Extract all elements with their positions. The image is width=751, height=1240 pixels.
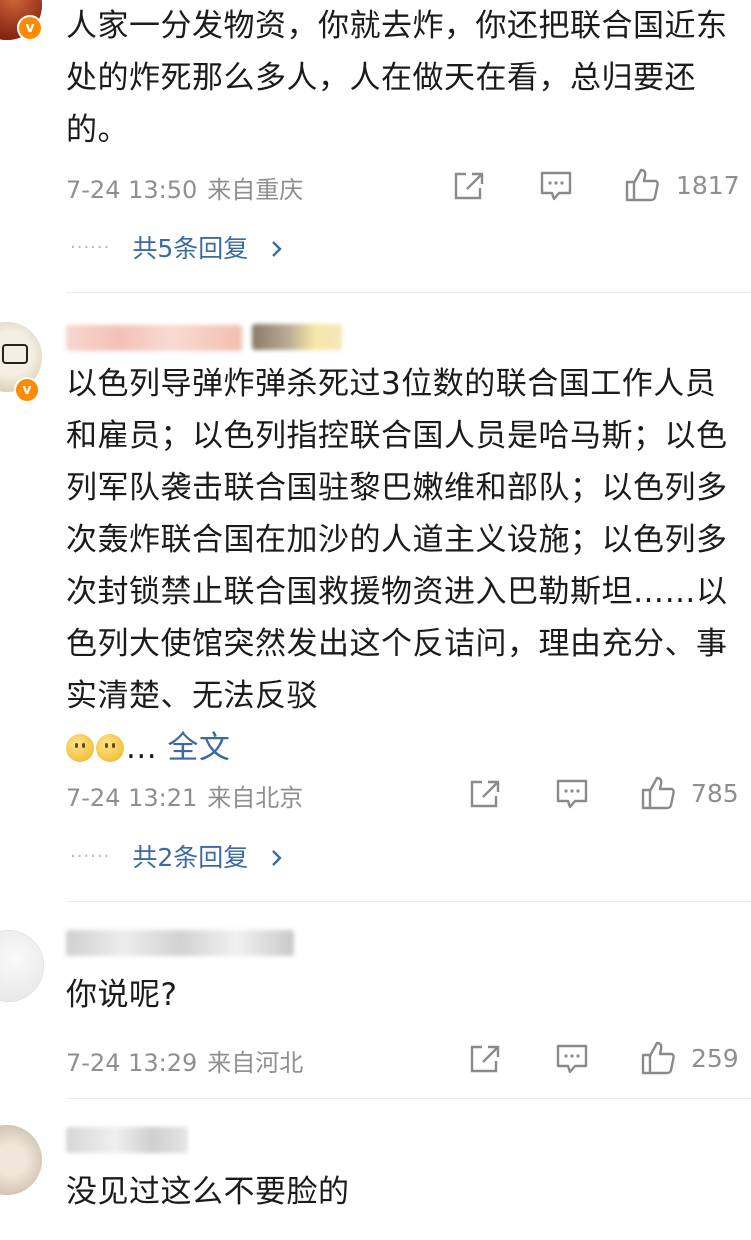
comment-text: 没见过这么不要脸的 <box>66 1174 350 1210</box>
verified-badge-icon: v <box>14 377 40 403</box>
view-replies-link[interactable]: ······ 共2条回复 <box>70 838 284 874</box>
like-count: 259 <box>691 1044 739 1073</box>
smile-emoji-icon <box>66 734 94 762</box>
comment-location: 来自重庆 <box>207 176 304 204</box>
share-icon[interactable] <box>468 1043 502 1075</box>
avatar[interactable]: v <box>0 322 42 403</box>
like-count: 1817 <box>676 171 740 200</box>
avatar[interactable]: v <box>0 0 43 41</box>
share-icon[interactable] <box>468 778 502 810</box>
comment-text: 人家一分发物资，你就去炸，你还把联合国近东处的炸死那么多人，人在做天在看，总归要… <box>66 8 728 148</box>
comment-meta: 7-24 13:50 来自重庆 <box>66 170 303 205</box>
comment-icon[interactable] <box>555 778 589 810</box>
chevron-right-icon <box>272 850 282 866</box>
comment-time: 7-24 13:21 <box>66 784 198 812</box>
like-count: 785 <box>691 779 739 808</box>
replies-count: 共5条回复 <box>132 234 249 263</box>
avatar[interactable] <box>0 930 44 1002</box>
smile-emoji-icon <box>96 734 124 762</box>
verified-badge-icon: v <box>17 15 43 41</box>
divider <box>66 292 751 293</box>
divider <box>66 1098 751 1099</box>
username-redacted[interactable] <box>66 325 242 351</box>
ellipsis: ... <box>126 730 158 766</box>
comment-text: 以色列导弹炸弹杀死过3位数的联合国工作人员和雇员；以色列指控联合国人员是哈马斯；… <box>66 366 728 766</box>
reply-dots: ······ <box>70 237 111 258</box>
full-text-link[interactable]: 全文 <box>167 730 230 766</box>
username-redacted[interactable] <box>66 1127 188 1153</box>
comment-text: 你说呢? <box>66 977 178 1013</box>
avatar[interactable] <box>0 1125 42 1195</box>
avatar-glasses <box>2 344 28 364</box>
replies-count: 共2条回复 <box>132 843 249 872</box>
comment-meta: 7-24 13:21 来自北京 <box>66 778 303 813</box>
comment-meta: 7-24 13:29 来自河北 <box>66 1043 303 1078</box>
like-icon[interactable] <box>624 167 660 203</box>
comment-location: 来自河北 <box>207 1049 304 1077</box>
comment-time: 7-24 13:29 <box>66 1049 198 1077</box>
comment-time: 7-24 13:50 <box>66 176 198 204</box>
username-redacted[interactable] <box>66 930 294 956</box>
comment-icon[interactable] <box>539 170 573 202</box>
comment-icon[interactable] <box>555 1043 589 1075</box>
divider <box>66 901 751 902</box>
username-suffix-redacted <box>252 324 342 350</box>
comment-location: 来自北京 <box>207 784 304 812</box>
share-icon[interactable] <box>452 170 486 202</box>
reply-dots: ······ <box>70 846 111 867</box>
chevron-right-icon <box>272 241 282 257</box>
like-icon[interactable] <box>640 775 676 811</box>
like-icon[interactable] <box>640 1040 676 1076</box>
view-replies-link[interactable]: ······ 共5条回复 <box>70 229 284 265</box>
